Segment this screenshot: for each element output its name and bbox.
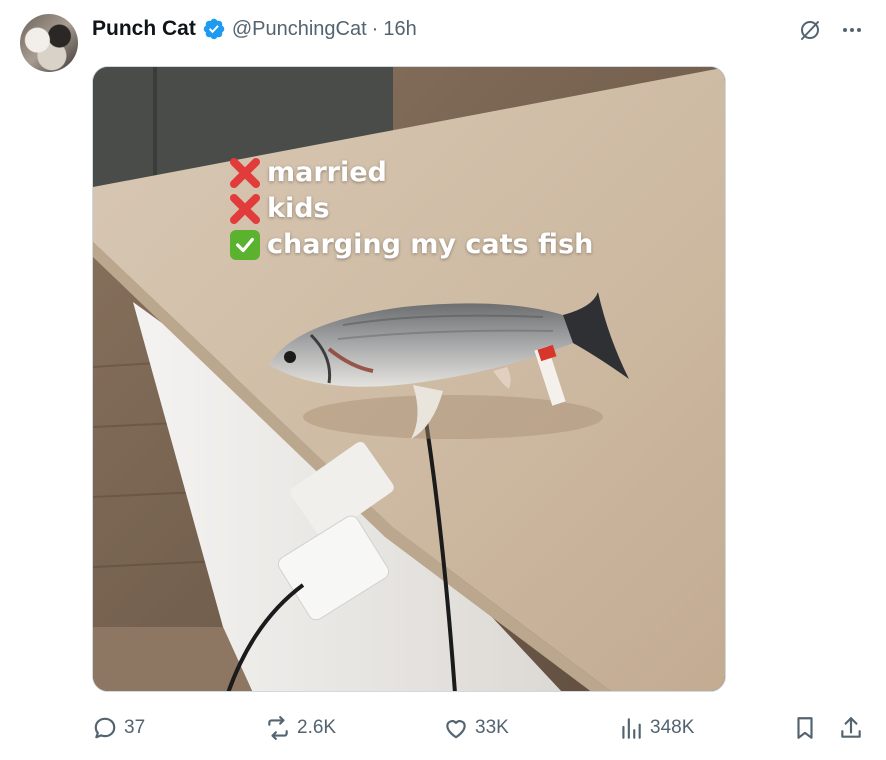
check-mark-icon (230, 230, 260, 260)
share-icon (841, 717, 861, 738)
repost-button[interactable]: 2.6K (265, 712, 336, 744)
repost-count: 2.6K (297, 717, 337, 738)
cross-mark-icon (229, 193, 261, 225)
cross-mark-icon (229, 157, 261, 189)
reply-button[interactable]: 37 (92, 712, 145, 744)
share-button[interactable] (838, 712, 864, 744)
meme-caption: married kids charging my cats fish (229, 155, 593, 263)
post-timestamp[interactable]: 16h (383, 18, 416, 41)
reply-count: 37 (124, 717, 146, 738)
bookmark-icon (797, 717, 813, 739)
caption-text: charging my cats fish (267, 229, 594, 260)
caption-line-fish: charging my cats fish (229, 227, 593, 263)
caption-text: kids (267, 193, 330, 224)
like-count: 33K (475, 717, 509, 738)
action-bar: 37 2.6K 33K 348K (92, 712, 868, 744)
repost-icon (268, 716, 288, 740)
more-icon[interactable] (838, 16, 866, 44)
grok-icon[interactable] (796, 16, 824, 44)
post-image[interactable]: married kids charging my cats fish (92, 66, 726, 692)
caption-line-kids: kids (229, 191, 593, 227)
caption-text: married (267, 157, 387, 188)
tweet-header: Punch Cat @PunchingCat · 16h (92, 16, 417, 42)
caption-line-married: married (229, 155, 593, 191)
heart-icon (446, 720, 466, 739)
views-button[interactable]: 348K (618, 712, 694, 744)
reply-icon (94, 717, 116, 739)
like-button[interactable]: 33K (443, 712, 509, 744)
bookmark-button[interactable] (792, 712, 818, 744)
verified-badge-icon[interactable] (202, 17, 226, 41)
separator-dot: · (371, 17, 379, 40)
author-handle[interactable]: @PunchingCat (232, 18, 367, 41)
author-name[interactable]: Punch Cat (92, 17, 196, 41)
avatar[interactable] (20, 14, 78, 72)
views-icon (622, 718, 641, 739)
views-count: 348K (650, 717, 695, 738)
top-actions (796, 16, 866, 44)
